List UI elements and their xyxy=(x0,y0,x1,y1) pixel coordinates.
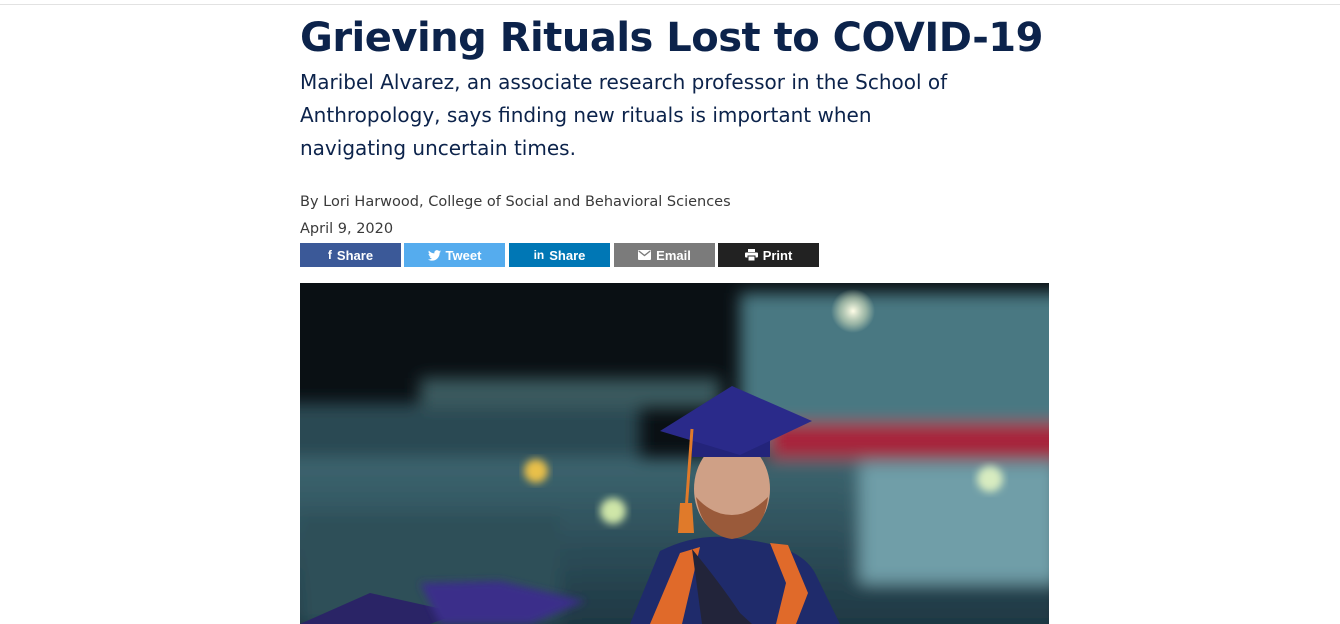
email-share-button[interactable]: Email xyxy=(614,243,715,267)
article-date: April 9, 2020 xyxy=(300,221,394,237)
top-divider xyxy=(0,4,1340,5)
article-byline: By Lori Harwood, College of Social and B… xyxy=(300,194,731,210)
facebook-share-button[interactable]: f Share xyxy=(300,243,401,267)
linkedin-icon: in xyxy=(533,248,545,262)
facebook-icon: f xyxy=(327,248,332,262)
email-icon xyxy=(638,250,652,260)
printer-icon xyxy=(744,249,758,261)
graduate-photo-illustration xyxy=(300,283,1049,624)
article-title: Grieving Rituals Lost to COVID-19 xyxy=(300,15,1043,61)
hero-image-graduate xyxy=(300,283,1049,624)
email-share-label: Email xyxy=(656,247,691,263)
twitter-icon xyxy=(427,249,441,261)
facebook-share-label: Share xyxy=(336,247,374,263)
article-subtitle: Maribel Alvarez, an associate research p… xyxy=(300,70,948,160)
print-label: Print xyxy=(762,247,793,263)
twitter-share-label: Tweet xyxy=(445,247,482,263)
print-button[interactable]: Print xyxy=(718,243,819,267)
linkedin-share-button[interactable]: in Share xyxy=(509,243,610,267)
twitter-share-button[interactable]: Tweet xyxy=(404,243,505,267)
share-bar: f Share Tweet in Share Email Print xyxy=(300,243,820,267)
linkedin-share-label: Share xyxy=(549,247,586,263)
